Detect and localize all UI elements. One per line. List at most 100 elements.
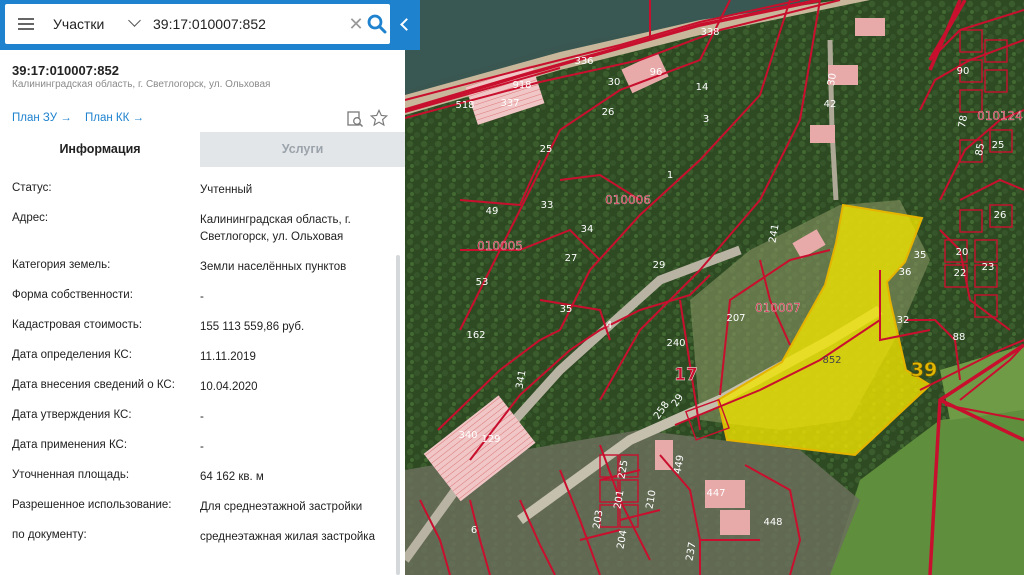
star-favorite-icon[interactable] (370, 109, 388, 127)
plan-zu-link[interactable]: План ЗУ → (12, 112, 72, 124)
info-label: Категория земель: (12, 259, 111, 271)
parcel-number: 85 (974, 142, 987, 156)
info-row: Уточненная площадь: 64 162 кв. м (0, 469, 405, 493)
parcel-number: 25 (540, 144, 553, 155)
building (810, 125, 835, 143)
info-value: Учтенный (200, 184, 253, 196)
parcel-number: 340 (458, 430, 477, 441)
parcel-number: 240 (666, 338, 685, 349)
parcel-number: 90 (957, 66, 970, 77)
quarter-label: 010124 (977, 109, 1023, 123)
building (720, 510, 750, 535)
parcel-number: 96 (650, 67, 663, 78)
info-row: Дата утверждения КС: - (0, 409, 405, 433)
parcel-number: 6 (471, 525, 477, 536)
info-label: Дата утверждения КС: (12, 409, 132, 421)
info-row: Кадастровая стоимость: 155 113 559,86 ру… (0, 319, 405, 343)
parcel-number: 78 (957, 114, 970, 128)
info-label: Дата применения КС: (12, 439, 128, 451)
info-row: по документу: среднеэтажная жилая застро… (0, 529, 405, 553)
info-value: 64 162 кв. м (200, 471, 264, 483)
info-label: Дата внесения сведений о КС: (12, 379, 175, 391)
parcel-number: 20 (956, 247, 969, 258)
info-value: Калининградская область, г. Светлогорск,… (200, 214, 351, 243)
info-value: Для среднеэтажной застройки (200, 501, 363, 513)
parcel-number: 88 (953, 332, 966, 343)
parcel-number: 3 (703, 114, 709, 125)
tab-information[interactable]: Информация (0, 132, 200, 167)
building (855, 18, 885, 36)
info-value: среднеэтажная жилая застройка (200, 531, 375, 543)
parcel-number: 337 (500, 98, 519, 109)
quarter-label: 010005 (477, 239, 523, 253)
info-label: Дата определения КС: (12, 349, 132, 361)
info-row: Адрес: Калининградская область, г. Светл… (0, 212, 405, 256)
top-search-bar: Участки ✕ (0, 0, 420, 50)
info-label: Разрешенное использование: (12, 499, 172, 511)
search-input[interactable] (153, 12, 343, 36)
parcel-info-panel: 39:17:010007:852 Калининградская область… (0, 50, 405, 575)
hamburger-menu-icon[interactable] (13, 11, 39, 37)
parcel-number: 26 (994, 210, 1007, 221)
parcel-number: 29 (653, 260, 666, 271)
info-value: 10.04.2020 (200, 381, 258, 393)
info-row: Форма собственности: - (0, 289, 405, 313)
parcel-number: 129 (481, 434, 500, 445)
district-label: 39 (911, 359, 937, 381)
info-row: Дата применения КС: - (0, 439, 405, 463)
info-label: Уточненная площадь: (12, 469, 130, 481)
parcel-address: Калининградская область, г. Светлогорск,… (12, 79, 271, 90)
parcel-number: 336 (574, 56, 593, 67)
parcel-number: 30 (826, 72, 839, 86)
parcel-number: 53 (476, 277, 489, 288)
search-box: Участки ✕ (5, 4, 390, 44)
info-row: Дата определения КС: 11.11.2019 (0, 349, 405, 373)
info-value: - (200, 441, 204, 453)
info-label: по документу: (12, 529, 87, 541)
info-row: Дата внесения сведений о КС: 10.04.2020 (0, 379, 405, 403)
district-label: 17 (674, 365, 698, 385)
info-value: - (200, 291, 204, 303)
collapse-panel-icon[interactable] (398, 16, 412, 34)
panel-scrollbar[interactable] (396, 255, 400, 575)
search-icon[interactable] (365, 12, 389, 36)
info-tabs: Информация Услуги (0, 132, 405, 167)
parcel-number: 27 (565, 253, 578, 264)
info-label: Форма собственности: (12, 289, 133, 301)
quarter-label: 010007 (755, 301, 801, 315)
parcel-number: 22 (954, 268, 967, 279)
selected-parcel-label: 852 (822, 355, 841, 366)
parcel-number: 162 (466, 330, 485, 341)
parcel-number: 34 (581, 224, 594, 235)
info-label: Кадастровая стоимость: (12, 319, 143, 331)
info-row: Категория земель: Земли населённых пункт… (0, 259, 405, 283)
parcel-number: 448 (763, 517, 782, 528)
parcel-number: 30 (608, 77, 621, 88)
info-value: 11.11.2019 (200, 351, 256, 363)
info-label: Статус: (12, 182, 52, 194)
parcel-number: 42 (824, 99, 837, 110)
clear-search-icon[interactable]: ✕ (347, 14, 365, 34)
parcel-number: 23 (982, 262, 995, 273)
parcel-cadastral-number: 39:17:010007:852 (12, 63, 119, 78)
parcel-number: 207 (726, 313, 745, 324)
info-row: Статус: Учтенный (0, 182, 405, 206)
search-type-label: Участки (53, 16, 105, 32)
parcel-number: 35 (914, 250, 927, 261)
info-label: Адрес: (12, 212, 49, 224)
tab-services[interactable]: Услуги (200, 132, 405, 167)
parcel-number: 918 (512, 80, 531, 91)
parcel-number: 1 (667, 170, 673, 181)
info-value: 155 113 559,86 руб. (200, 321, 305, 333)
parcel-number: 49 (486, 206, 499, 217)
parcel-number: 4 (606, 320, 612, 331)
info-value: - (200, 411, 204, 423)
parcel-number: 14 (696, 82, 709, 93)
parcel-number: 32 (897, 315, 910, 326)
parcel-number: 35 (560, 304, 573, 315)
info-value: Земли населённых пунктов (200, 261, 347, 273)
parcel-number: 338 (700, 27, 719, 38)
plan-kk-link[interactable]: План КК → (85, 112, 144, 124)
print-preview-icon[interactable] (346, 110, 364, 128)
parcel-number: 25 (992, 140, 1005, 151)
